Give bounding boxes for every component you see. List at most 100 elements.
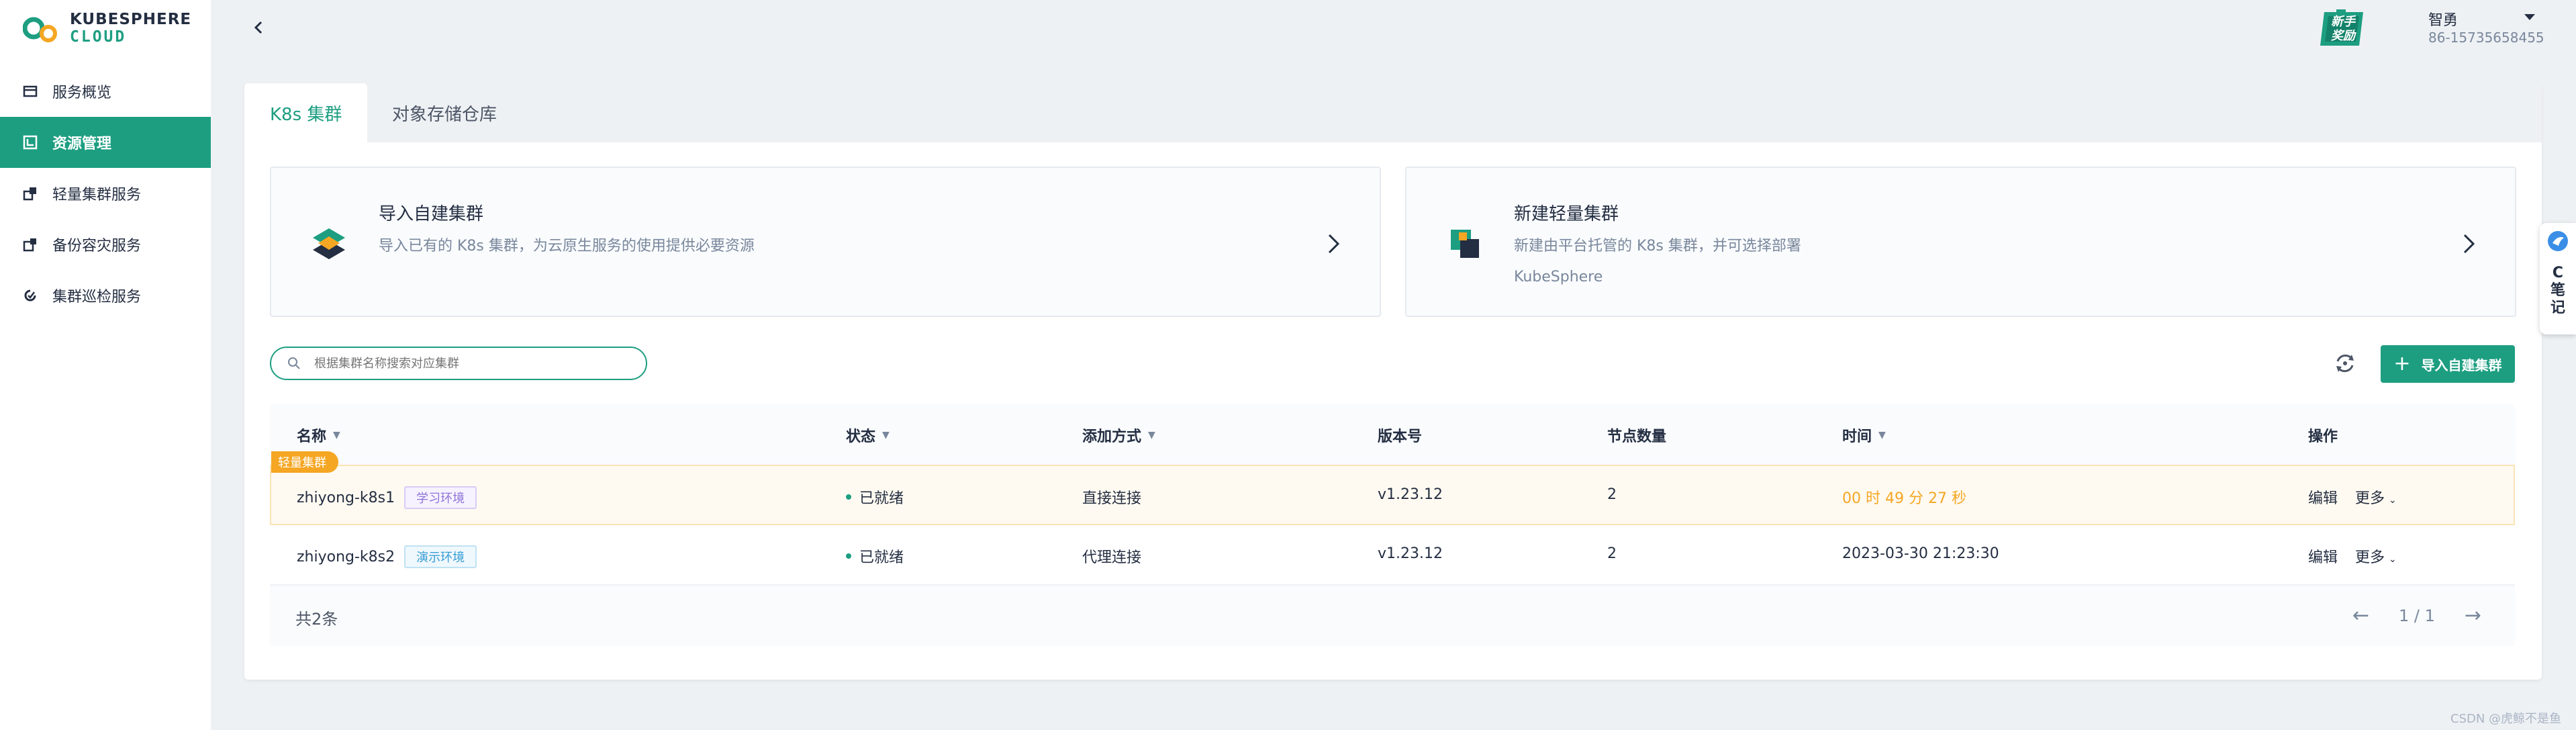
- cluster-name[interactable]: zhiyong-k8s2: [297, 549, 395, 565]
- more-label: 更多: [2355, 490, 2385, 507]
- time-cell: 00 时 49 分 27 秒: [1842, 490, 1966, 507]
- time-cell: 2023-03-30 21:23:30: [1842, 545, 1999, 562]
- actions-cell: 编辑 更多 ⌄: [2308, 545, 2397, 567]
- status-text: 已就绪: [859, 490, 904, 507]
- method-cell: 直接连接: [1082, 490, 1142, 507]
- note-label: C 笔 记: [2550, 265, 2565, 316]
- tab-k8s-cluster[interactable]: K8s 集群: [244, 83, 368, 142]
- env-tag: 演示环境: [404, 545, 477, 568]
- note-widget[interactable]: C 笔 记: [2540, 223, 2576, 334]
- version-cell: v1.23.12: [1378, 486, 1443, 503]
- sort-icon: ▼: [882, 430, 890, 441]
- prev-page-icon[interactable]: ←: [2352, 606, 2369, 626]
- backup-icon: [23, 237, 38, 252]
- inspect-icon: [23, 288, 38, 303]
- search-icon: [288, 357, 300, 369]
- table-row[interactable]: zhiyong-k8s2 演示环境 已就绪 代理连接 v1.23.12 2 202…: [270, 525, 2515, 586]
- more-menu[interactable]: 更多 ⌄: [2355, 545, 2397, 567]
- sort-icon: ▼: [333, 430, 340, 441]
- edit-link[interactable]: 编辑: [2308, 486, 2338, 508]
- pagination: ← 1 / 1 →: [2352, 606, 2481, 626]
- cluster-name-cell[interactable]: zhiyong-k8s1 学习环境: [297, 486, 477, 509]
- column-label: 操作: [2308, 428, 2338, 445]
- column-name[interactable]: 名称 ▼: [297, 424, 340, 446]
- option-desc: 新建由平台托管的 K8s 集群，并可选择部署 KubeSphere: [1514, 238, 1801, 285]
- more-menu[interactable]: 更多 ⌄: [2355, 486, 2397, 508]
- option-title: 导入自建集群: [379, 204, 484, 224]
- sort-icon: ▼: [1148, 430, 1155, 441]
- more-label: 更多: [2355, 549, 2385, 566]
- column-nodes: 节点数量: [1607, 424, 1666, 446]
- card-icon: [23, 84, 38, 99]
- chevron-down-icon: ⌄: [2389, 495, 2397, 506]
- column-label: 版本号: [1378, 428, 1423, 445]
- import-cluster-option[interactable]: 导入自建集群 导入已有的 K8s 集群，为云原生服务的使用提供必要资源: [270, 167, 1381, 317]
- column-label: 添加方式: [1082, 428, 1142, 445]
- sidebar-item-resources[interactable]: 资源管理: [0, 117, 211, 168]
- import-cluster-label: 导入自建集群: [2421, 357, 2502, 373]
- plus-icon: +: [2393, 352, 2411, 375]
- main-card: K8s 集群 对象存储仓库 导入自建集群 导入已有的 K8s 集群，为云原生服务…: [244, 83, 2542, 680]
- status-cell: 已就绪: [846, 486, 904, 508]
- status-text: 已就绪: [859, 549, 904, 566]
- nodes-cell: 2: [1607, 486, 1617, 503]
- sidebar-item-inspection[interactable]: 集群巡检服务: [0, 270, 211, 321]
- column-version: 版本号: [1378, 424, 1422, 446]
- status-dot-icon: [846, 553, 851, 559]
- chevron-right-icon: [1328, 234, 1340, 254]
- cluster-search[interactable]: [270, 347, 647, 380]
- column-label: 状态: [846, 428, 876, 445]
- column-method[interactable]: 添加方式 ▼: [1082, 424, 1155, 446]
- version-cell: v1.23.12: [1378, 545, 1443, 562]
- sidebar-nav: 服务概览 资源管理 轻量集群服务 备份容灾服务 集群巡检服务: [0, 66, 211, 321]
- sort-icon: ▼: [1878, 430, 1886, 441]
- newbie-reward-label: 新手奖励: [2331, 15, 2355, 43]
- refresh-icon[interactable]: [2331, 349, 2359, 377]
- total-count: 共2条: [295, 610, 338, 629]
- sidebar-item-lightweight-cluster[interactable]: 轻量集群服务: [0, 168, 211, 219]
- user-name[interactable]: 智勇: [2428, 8, 2458, 30]
- sidebar: KUBESPHERE CLOUD 服务概览 资源管理 轻量集群服务 备份容灾服务…: [0, 0, 211, 730]
- sidebar-item-overview[interactable]: 服务概览: [0, 66, 211, 117]
- column-status[interactable]: 状态 ▼: [846, 424, 890, 446]
- bird-icon: [2548, 231, 2568, 251]
- option-title: 新建轻量集群: [1514, 204, 1619, 224]
- lightweight-cluster-badge: 轻量集群: [271, 451, 338, 473]
- tab-object-storage[interactable]: 对象存储仓库: [367, 83, 522, 142]
- edit-link[interactable]: 编辑: [2308, 545, 2338, 567]
- create-lightweight-cluster-option[interactable]: 新建轻量集群 新建由平台托管的 K8s 集群，并可选择部署 KubeSphere: [1405, 167, 2516, 317]
- newbie-reward-badge[interactable]: 新手奖励: [2318, 9, 2366, 48]
- resource-icon: [23, 135, 38, 150]
- table-row[interactable]: 轻量集群 zhiyong-k8s1 学习环境 已就绪 直接连接 v1.23.12 …: [270, 451, 2515, 525]
- cluster-blocks-icon: [1451, 230, 1479, 258]
- table-footer: 共2条 ← 1 / 1 →: [270, 586, 2515, 646]
- brand-line2: CLOUD: [70, 28, 127, 46]
- method-cell: 代理连接: [1082, 549, 1142, 566]
- brand-line1: KUBESPHERE: [70, 11, 192, 28]
- brand-logo[interactable]: KUBESPHERE CLOUD: [23, 9, 197, 47]
- column-time[interactable]: 时间 ▼: [1842, 424, 1886, 446]
- status-cell: 已就绪: [846, 545, 904, 567]
- cluster-table: 名称 ▼ 状态 ▼ 添加方式 ▼ 版本号 节点数量 时间 ▼ 操作 轻量集群 zhiyo…: [270, 404, 2515, 646]
- import-cluster-button[interactable]: + 导入自建集群: [2381, 345, 2515, 383]
- next-page-icon[interactable]: →: [2465, 606, 2481, 626]
- user-phone: 86-15735658455: [2428, 30, 2544, 46]
- sidebar-item-label: 备份容灾服务: [52, 238, 142, 255]
- caret-down-icon[interactable]: [2523, 12, 2536, 21]
- layers-icon: [313, 228, 345, 259]
- chevron-down-icon: ⌄: [2389, 554, 2397, 565]
- search-input[interactable]: [314, 356, 623, 371]
- sidebar-item-label: 资源管理: [52, 136, 112, 152]
- cluster-name-cell[interactable]: zhiyong-k8s2 演示环境: [297, 545, 477, 568]
- chevron-right-icon: [2463, 234, 2475, 254]
- cluster-name[interactable]: zhiyong-k8s1: [297, 490, 395, 506]
- tab-bar: K8s 集群 对象存储仓库: [244, 83, 2542, 142]
- sidebar-item-backup[interactable]: 备份容灾服务: [0, 219, 211, 270]
- cluster-icon: [23, 186, 38, 201]
- column-label: 时间: [1842, 428, 1872, 445]
- actions-cell: 编辑 更多 ⌄: [2308, 486, 2397, 508]
- column-label: 节点数量: [1607, 428, 1667, 445]
- env-tag: 学习环境: [404, 486, 477, 509]
- option-desc: 导入已有的 K8s 集群，为云原生服务的使用提供必要资源: [379, 238, 755, 255]
- back-arrow-icon[interactable]: [248, 17, 269, 38]
